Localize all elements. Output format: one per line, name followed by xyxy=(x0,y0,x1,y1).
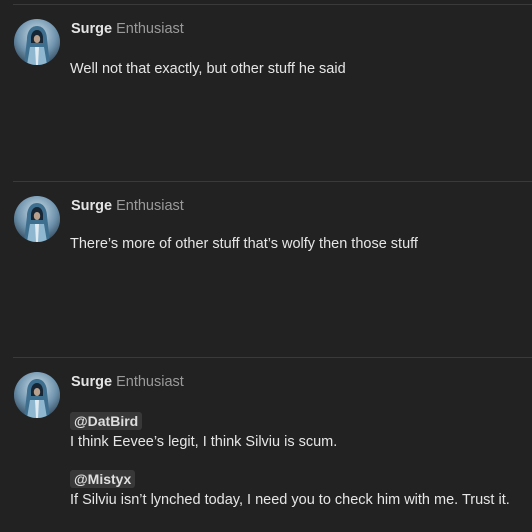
post-feed: Surge Enthusiast Well not that exactly, b… xyxy=(0,0,532,532)
user-mention[interactable]: @Mistyx xyxy=(70,470,136,488)
username[interactable]: Surge xyxy=(71,21,112,37)
user-mention[interactable]: @DatBird xyxy=(70,412,143,430)
post-meta: Surge Enthusiast xyxy=(71,373,184,391)
post-text: Well not that exactly, but other stuff h… xyxy=(70,61,346,77)
post-body: @DatBird I think Eevee’s legit, I think … xyxy=(70,412,510,509)
mention-row: @DatBird xyxy=(70,412,510,431)
user-avatar[interactable] xyxy=(14,372,60,418)
user-title: Enthusiast xyxy=(116,198,184,214)
mention-row: @Mistyx xyxy=(70,470,510,489)
post-text: There’s more of other stuff that’s wolfy… xyxy=(70,236,418,252)
post-body: There’s more of other stuff that’s wolfy… xyxy=(70,235,418,253)
post-divider xyxy=(13,4,532,5)
hooded-figure-avatar-icon xyxy=(14,19,60,65)
post-text: I think Eevee’s legit, I think Silviu is… xyxy=(70,434,338,450)
post-meta: Surge Enthusiast xyxy=(71,20,184,38)
hooded-figure-avatar-icon xyxy=(14,196,60,242)
user-avatar[interactable] xyxy=(14,196,60,242)
post-text: If Silviu isn’t lynched today, I need yo… xyxy=(70,492,510,508)
post-meta: Surge Enthusiast xyxy=(71,197,184,215)
user-title: Enthusiast xyxy=(116,21,184,37)
user-title: Enthusiast xyxy=(116,374,184,390)
user-avatar[interactable] xyxy=(14,19,60,65)
post-divider xyxy=(13,357,532,358)
hooded-figure-avatar-icon xyxy=(14,372,60,418)
username[interactable]: Surge xyxy=(71,198,112,214)
post-divider xyxy=(13,181,532,182)
post-body: Well not that exactly, but other stuff h… xyxy=(70,60,346,78)
username[interactable]: Surge xyxy=(71,374,112,390)
